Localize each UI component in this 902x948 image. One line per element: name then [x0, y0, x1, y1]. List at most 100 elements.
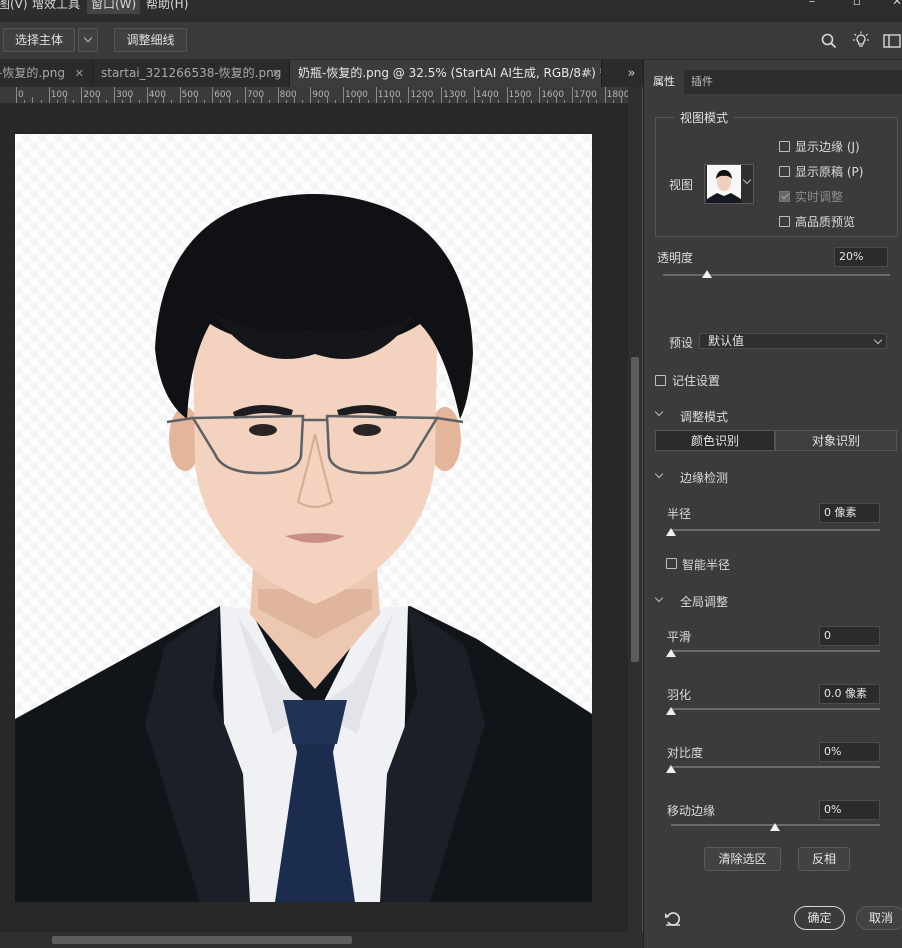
- collapse-edge-detect-icon[interactable]: [654, 469, 664, 479]
- ruler-minor-tick: [220, 100, 222, 103]
- radius-slider-track[interactable]: [671, 529, 880, 531]
- ruler-minor-tick: [285, 100, 287, 103]
- close-icon[interactable]: ✕: [584, 60, 593, 87]
- ruler-tick: [48, 87, 50, 103]
- preset-label: 预设: [669, 336, 694, 350]
- smart-radius-checkbox[interactable]: [666, 558, 677, 569]
- horizontal-scrollbar[interactable]: [0, 932, 643, 948]
- ruler-label: 1200: [410, 90, 434, 100]
- tab-document-active[interactable]: 奶瓶-恢复的.png @ 32.5% (StartAI AI生成, RGB/8#…: [290, 60, 602, 87]
- horizontal-scroll-thumb[interactable]: [52, 936, 352, 944]
- collapse-adjust-mode-icon[interactable]: [654, 407, 664, 417]
- ruler-minor-tick: [24, 100, 26, 103]
- adjust-mode-title: 调整模式: [680, 410, 729, 424]
- shift-edge-slider-handle[interactable]: [770, 823, 780, 831]
- view-thumbnail-dropdown[interactable]: [704, 164, 754, 204]
- radius-slider-handle[interactable]: [666, 528, 676, 536]
- ruler-minor-tick: [490, 97, 492, 103]
- radius-input[interactable]: 0 像素: [819, 503, 880, 523]
- contrast-slider-track[interactable]: [671, 766, 880, 768]
- ruler-minor-tick: [498, 100, 500, 103]
- select-subject-button[interactable]: 选择主体: [3, 28, 75, 52]
- contrast-slider-handle[interactable]: [666, 765, 676, 773]
- ruler-minor-tick: [531, 100, 533, 103]
- ruler-minor-tick: [620, 97, 622, 103]
- opacity-input[interactable]: 20%: [834, 247, 888, 267]
- search-icon[interactable]: [821, 33, 837, 49]
- ruler-minor-tick: [261, 97, 263, 103]
- ruler-minor-tick: [359, 97, 361, 103]
- tab-document-2[interactable]: startai_321266538-恢复的.png ✕: [93, 60, 290, 87]
- ruler-tick: [16, 87, 17, 103]
- tab-properties[interactable]: 属性: [644, 70, 684, 94]
- feather-slider-track[interactable]: [671, 708, 880, 710]
- hq-preview-checkbox[interactable]: [779, 216, 790, 227]
- smooth-input[interactable]: 0: [819, 626, 880, 646]
- properties-panel: 属性 插件 视图模式 视图 显示边缘 (J) 显示原稿 (P) 实时调整 高品质…: [643, 60, 902, 948]
- ruler-minor-tick: [122, 100, 124, 103]
- ruler-minor-tick: [514, 100, 516, 103]
- contrast-input[interactable]: 0%: [819, 742, 880, 762]
- opacity-slider-handle[interactable]: [702, 270, 712, 278]
- refine-hair-button[interactable]: 调整细线: [114, 28, 187, 52]
- show-original-checkbox[interactable]: [779, 166, 790, 177]
- ruler-tick: [277, 87, 279, 103]
- tab-document-1[interactable]: -恢复的.png ✕: [0, 60, 93, 87]
- object-detect-button[interactable]: 对象识别: [775, 430, 897, 451]
- panel-layout-icon[interactable]: [883, 34, 901, 48]
- ruler-minor-tick: [596, 100, 598, 103]
- ruler-minor-tick: [383, 100, 385, 103]
- global-adjust-title: 全局调整: [680, 595, 729, 609]
- reset-icon[interactable]: [664, 910, 682, 928]
- ruler-minor-tick: [228, 97, 230, 103]
- menu-help[interactable]: 帮助(H): [146, 0, 188, 14]
- collapse-global-adjust-icon[interactable]: [654, 593, 664, 603]
- ruler-minor-tick: [588, 97, 590, 103]
- contrast-label: 对比度: [667, 746, 704, 760]
- opacity-slider-track[interactable]: [663, 274, 890, 276]
- realtime-checkbox: [779, 191, 790, 202]
- smooth-slider-track[interactable]: [671, 650, 880, 652]
- tab-plugins[interactable]: 插件: [682, 70, 722, 94]
- ruler-minor-tick: [612, 100, 614, 103]
- chevron-down-icon: [83, 33, 93, 43]
- vertical-scroll-thumb[interactable]: [631, 357, 639, 662]
- show-edge-checkbox[interactable]: [779, 141, 790, 152]
- shift-edge-input[interactable]: 0%: [819, 800, 880, 820]
- ruler-minor-tick: [580, 100, 582, 103]
- menu-view[interactable]: 图(V): [0, 0, 28, 14]
- panel-tab-bar: 属性 插件: [644, 70, 902, 94]
- view-thumbnail-icon: [707, 165, 741, 203]
- ruler-tick: [343, 87, 344, 103]
- menu-window[interactable]: 窗口(W): [87, 0, 141, 14]
- shift-edge-label: 移动边缘: [667, 804, 716, 818]
- feather-input[interactable]: 0.0 像素: [819, 684, 880, 704]
- close-icon[interactable]: ✕: [272, 60, 281, 87]
- feather-slider-handle[interactable]: [666, 707, 676, 715]
- invert-button[interactable]: 反相: [798, 847, 850, 871]
- color-detect-button[interactable]: 颜色识别: [655, 430, 775, 451]
- ok-button[interactable]: 确定: [794, 906, 845, 930]
- canvas-area[interactable]: [0, 104, 628, 932]
- vertical-scrollbar[interactable]: [628, 87, 642, 932]
- lightbulb-icon[interactable]: [852, 31, 870, 49]
- maximize-icon[interactable]: ▫: [850, 0, 864, 8]
- remember-settings-checkbox[interactable]: [655, 375, 666, 386]
- ruler-tick: [473, 87, 475, 103]
- select-subject-dropdown[interactable]: [78, 28, 98, 52]
- tab-overflow-icon[interactable]: »: [620, 60, 643, 87]
- ruler-minor-tick: [89, 100, 91, 103]
- menu-plugins[interactable]: 增效工具: [32, 0, 80, 14]
- cancel-button[interactable]: 取消: [856, 906, 902, 930]
- close-window-icon[interactable]: ✕: [890, 0, 902, 8]
- ruler-minor-tick: [432, 100, 434, 103]
- close-icon[interactable]: ✕: [75, 60, 84, 87]
- ruler-minor-tick: [163, 97, 165, 103]
- ruler-minor-tick: [138, 100, 140, 103]
- minimize-icon[interactable]: –: [805, 0, 819, 8]
- preset-select[interactable]: 默认值: [699, 333, 887, 349]
- ruler-minor-tick: [171, 100, 173, 103]
- ruler-tick: [114, 87, 116, 103]
- clear-selection-button[interactable]: 清除选区: [704, 847, 781, 871]
- smooth-slider-handle[interactable]: [666, 649, 676, 657]
